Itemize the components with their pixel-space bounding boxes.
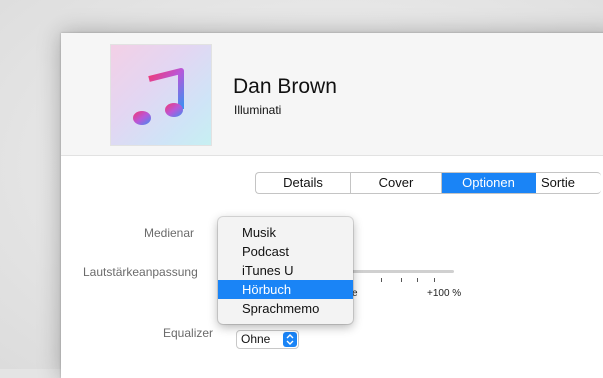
tab-cover[interactable]: Cover [351, 173, 442, 193]
equalizer-label: Equalizer [163, 326, 214, 340]
tab-bar: Details Cover Optionen Sortie [255, 172, 601, 194]
volume-tick [381, 278, 382, 282]
media-type-label: Medienar [144, 226, 195, 240]
info-header: Dan Brown Illuminati [61, 33, 603, 156]
volume-scale-max: +100 % [427, 288, 462, 299]
volume-slider[interactable] [346, 270, 454, 273]
popup-arrows-icon [283, 332, 297, 347]
music-note-icon [133, 68, 184, 125]
volume-tick [434, 278, 435, 282]
media-type-menu: Musik Podcast iTunes U Hörbuch Sprachmem… [218, 217, 353, 324]
volume-tick [401, 278, 402, 282]
tab-options[interactable]: Optionen [442, 173, 536, 193]
artist-name: Dan Brown [233, 75, 337, 98]
tab-sorting[interactable]: Sortie [536, 173, 601, 193]
album-name: Illuminati [234, 103, 282, 117]
tab-details[interactable]: Details [256, 173, 351, 193]
menu-item-voice-memo[interactable]: Sprachmemo [218, 299, 353, 318]
album-artwork [111, 45, 211, 145]
menu-item-podcast[interactable]: Podcast [218, 242, 353, 261]
menu-item-audiobook[interactable]: Hörbuch [218, 280, 353, 299]
volume-label: Lautstärkeanpassung [83, 265, 198, 279]
info-window: Dan Brown Illuminati Details Cover Optio… [61, 33, 603, 378]
equalizer-value: Ohne [241, 332, 271, 346]
menu-item-itunes-u[interactable]: iTunes U [218, 261, 353, 280]
volume-tick [417, 278, 418, 282]
equalizer-popup[interactable]: Ohne [236, 330, 299, 349]
menu-item-music[interactable]: Musik [218, 223, 353, 242]
